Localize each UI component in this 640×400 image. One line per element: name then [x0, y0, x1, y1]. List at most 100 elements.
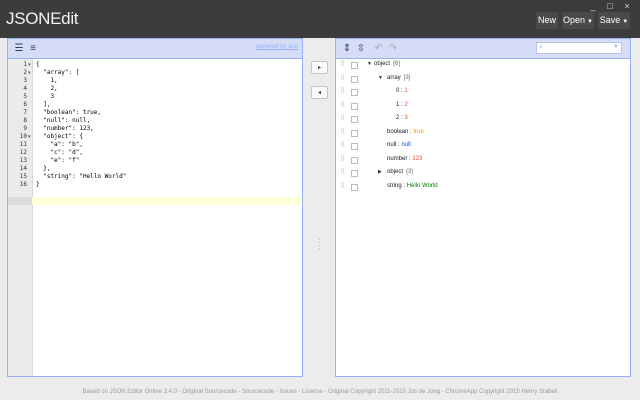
drag-handle-icon[interactable]: ⠿: [340, 88, 345, 95]
tree-row: ⠿ number : 123: [336, 153, 630, 166]
caret-down-icon: ▼: [587, 19, 593, 25]
code-line: },: [36, 165, 51, 172]
tree-key[interactable]: string: [387, 183, 402, 189]
tree-row: ⠿ boolean : true: [336, 126, 630, 139]
context-menu-button[interactable]: [351, 116, 358, 123]
code-menu-bar: ☰ ≡ powered by ace: [8, 39, 302, 59]
code-line: 3: [36, 93, 55, 100]
redo-icon[interactable]: ↷: [386, 42, 400, 55]
drag-handle-icon[interactable]: ⠿: [340, 61, 345, 68]
code-line: "string": "Hello World": [36, 173, 127, 180]
tree-value[interactable]: 1: [404, 88, 407, 94]
collapse-all-icon[interactable]: ⇳: [354, 42, 368, 55]
code-line: {: [36, 61, 40, 68]
drag-handle-icon[interactable]: ⠿: [340, 115, 345, 122]
code-line: ],: [36, 101, 51, 108]
line-number: 2: [23, 69, 27, 76]
code-line: "boolean": true,: [36, 109, 102, 116]
tree-row: ⠿ ▶ object {3}: [336, 166, 630, 179]
title-bar: JSONEdit _ □ × New Open ▼ Save ▼: [0, 0, 640, 38]
drag-handle-icon[interactable]: ⠿: [340, 129, 345, 136]
code-line: "number": 123,: [36, 125, 94, 132]
close-icon[interactable]: ×: [620, 1, 634, 11]
maximize-icon[interactable]: □: [603, 1, 617, 11]
tree-value[interactable]: 3: [404, 115, 407, 121]
code-line: "a": "b",: [36, 141, 83, 148]
collapse-icon[interactable]: ▼: [367, 58, 372, 71]
context-menu-button[interactable]: [351, 143, 358, 150]
save-button[interactable]: Save ▼: [598, 12, 630, 29]
context-menu-button[interactable]: [351, 62, 358, 69]
tree-row: ⠿ 0 : 1: [336, 85, 630, 98]
line-number: 5: [23, 93, 27, 100]
code-line: "null": null,: [36, 117, 91, 124]
tree-row: ⠿ 1 : 2: [336, 99, 630, 112]
line-number: 1: [23, 61, 27, 68]
code-line: 1,: [36, 77, 58, 84]
collapse-icon[interactable]: ▼: [378, 72, 383, 85]
open-button[interactable]: Open ▼: [562, 12, 594, 29]
tree-key[interactable]: boolean: [387, 129, 408, 135]
drag-handle-icon[interactable]: ⠿: [340, 169, 345, 176]
tree-row: ⠿ ▼ object {6}: [336, 58, 630, 71]
line-number: 13: [19, 157, 27, 164]
code-panel: ☰ ≡ powered by ace 1 ▾ 2 ▾ 3 4 5 6 7 8 9 10 ▾ 11 12 13 1…: [7, 38, 303, 377]
tree-key[interactable]: object: [387, 169, 403, 175]
tree-menu-bar: ⇕ ⇳ ↶ ↷ ⌕ ▼: [336, 39, 630, 59]
tree-value[interactable]: true: [413, 129, 423, 135]
drag-handle-icon[interactable]: ⠿: [340, 102, 345, 109]
context-menu-button[interactable]: [351, 102, 358, 110]
tree-key[interactable]: array: [387, 75, 401, 81]
compact-icon[interactable]: ≡: [26, 42, 40, 55]
new-button[interactable]: New: [536, 12, 558, 29]
tree-value[interactable]: 123: [412, 156, 422, 162]
code-line: "c": "d",: [36, 149, 83, 156]
context-menu-button[interactable]: [351, 170, 358, 177]
drag-handle-icon[interactable]: ⠿: [340, 75, 345, 82]
active-line-gutter: [8, 197, 32, 205]
save-label: Save: [599, 15, 621, 25]
context-menu-button[interactable]: [351, 183, 358, 191]
context-menu-button[interactable]: [351, 89, 358, 96]
drag-handle-icon[interactable]: ⠿: [340, 156, 345, 163]
line-number: 9: [23, 125, 27, 132]
tree-value[interactable]: null: [401, 142, 410, 148]
search-nav-icon[interactable]: ▼: [613, 44, 619, 50]
line-number: 4: [23, 85, 27, 92]
tree-row: ⠿ ▼ array [3]: [336, 72, 630, 85]
context-menu-button[interactable]: [351, 75, 358, 83]
app-title: JSONEdit: [6, 9, 79, 28]
code-line: "e": "f": [36, 157, 80, 164]
line-number: 12: [19, 149, 27, 156]
tree-key[interactable]: null: [387, 142, 396, 148]
tree-panel: ⇕ ⇳ ↶ ↷ ⌕ ▼ ⠿ ▼ object {6} ⠿ ▼ array [3] ⠿ 0 : 1 ⠿…: [335, 38, 631, 377]
line-number: 14: [19, 165, 27, 172]
undo-icon[interactable]: ↶: [372, 42, 386, 55]
splitter-handle[interactable]: · · · ·: [318, 236, 321, 253]
drag-handle-icon[interactable]: ⠿: [340, 142, 345, 149]
code-editor[interactable]: { "array": [ 1, 2, 3 ], "boolean": true,…: [32, 59, 302, 376]
caret-down-icon: ▼: [622, 19, 629, 25]
tree-value[interactable]: 2: [404, 102, 407, 108]
code-line: }: [36, 181, 40, 188]
tree-count: [3]: [403, 74, 411, 81]
footer: Based on JSON Editor Online 3.4.0 - Orig…: [82, 389, 558, 395]
line-number: 3: [23, 77, 27, 84]
context-menu-button[interactable]: [351, 156, 358, 164]
tree-key[interactable]: object: [374, 61, 390, 67]
copy-to-code-button[interactable]: ◂: [311, 86, 328, 99]
tree-key[interactable]: number: [387, 156, 407, 162]
powered-by-link[interactable]: powered by ace: [256, 44, 298, 50]
search-input[interactable]: ⌕ ▼: [536, 42, 622, 54]
minimize-icon[interactable]: _: [586, 1, 600, 11]
tree-row: ⠿ string : Hello World: [336, 180, 630, 193]
code-line: 2,: [36, 85, 58, 92]
expand-all-icon[interactable]: ⇕: [340, 42, 354, 55]
context-menu-button[interactable]: [351, 129, 358, 137]
tree-value[interactable]: Hello World: [407, 183, 438, 189]
format-icon[interactable]: ☰: [12, 42, 26, 55]
expand-icon[interactable]: ▶: [378, 166, 382, 179]
line-number: 10: [19, 133, 27, 140]
copy-to-tree-button[interactable]: ▸: [311, 61, 328, 74]
drag-handle-icon[interactable]: ⠿: [340, 183, 345, 190]
